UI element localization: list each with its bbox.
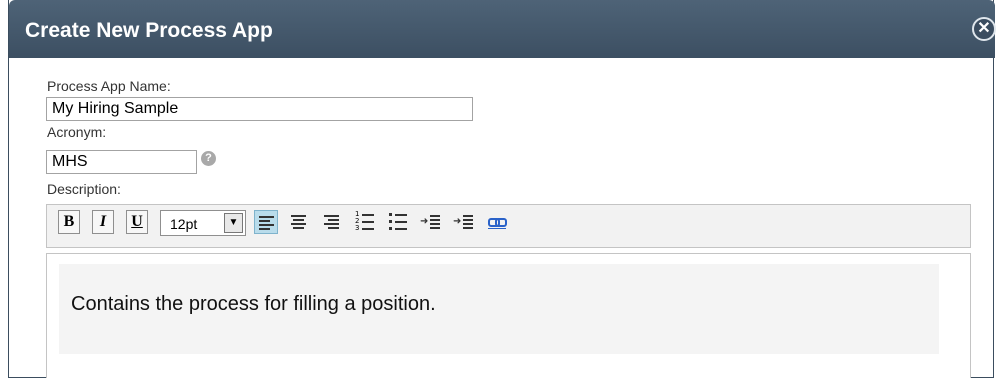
align-center-icon[interactable] xyxy=(287,210,311,234)
bold-button[interactable]: B xyxy=(58,210,80,234)
chevron-down-icon[interactable]: ▼ xyxy=(224,213,243,233)
help-icon[interactable]: ? xyxy=(201,151,216,166)
numbered-list-icon[interactable]: 123 xyxy=(353,210,377,234)
font-size-value: 12pt xyxy=(170,216,198,232)
link-icon[interactable] xyxy=(485,210,509,234)
description-label: Description: xyxy=(47,181,121,197)
align-left-icon[interactable] xyxy=(254,210,278,234)
process-app-name-label: Process App Name: xyxy=(47,78,171,94)
dialog-titlebar: Create New Process App ✕ xyxy=(9,0,996,58)
align-right-icon[interactable] xyxy=(320,210,344,234)
outdent-icon[interactable]: ➜ xyxy=(452,210,476,234)
rich-text-toolbar: B I U 12pt ▼ 123 ➜ ➜ xyxy=(46,204,971,248)
dialog-title: Create New Process App xyxy=(25,19,273,42)
font-size-select[interactable]: 12pt ▼ xyxy=(160,210,246,236)
editor-content-area[interactable]: Contains the process for filling a posit… xyxy=(59,264,939,354)
acronym-input[interactable] xyxy=(46,150,197,174)
acronym-label: Acronym: xyxy=(47,124,107,140)
underline-button[interactable]: U xyxy=(126,210,148,234)
indent-icon[interactable]: ➜ xyxy=(419,210,443,234)
bullet-list-icon[interactable] xyxy=(386,210,410,234)
description-text: Contains the process for filling a posit… xyxy=(71,293,436,315)
italic-button[interactable]: I xyxy=(92,210,114,234)
process-app-name-input[interactable] xyxy=(46,97,473,121)
description-editor[interactable]: Contains the process for filling a posit… xyxy=(46,253,971,378)
close-icon[interactable]: ✕ xyxy=(972,17,996,41)
